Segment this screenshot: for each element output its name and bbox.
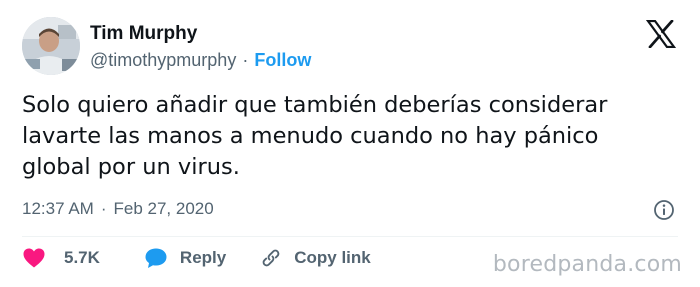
handle-separator: · [242,50,249,70]
reply-bubble-icon [145,248,167,268]
tweet-actions: 5.7K Reply Copy link [22,247,371,269]
divider [22,236,678,237]
follow-button[interactable]: Follow [254,48,311,72]
info-icon[interactable] [653,199,675,221]
author-name[interactable]: Tim Murphy [90,22,311,46]
timestamp-separator: · [100,199,107,218]
avatar-image [22,17,80,75]
like-button[interactable]: 5.7K [22,247,100,269]
reply-button[interactable]: Reply [144,247,226,269]
watermark: boredpanda.com [492,252,682,277]
tweet-time[interactable]: 12:37 AM [22,199,94,219]
tweet-text-line: Solo quiero añadir que también deberías … [22,92,608,118]
tweet-card: Tim Murphy @timothypmurphy · Follow Solo… [0,0,700,287]
link-icon [262,249,280,267]
author-handle[interactable]: @timothypmurphy [90,48,236,72]
tweet-text: Solo quiero añadir que también deberías … [22,90,682,183]
avatar[interactable] [22,17,80,75]
heart-icon [23,248,45,268]
like-count: 5.7K [64,248,100,267]
reply-label: Reply [179,248,227,267]
tweet-date[interactable]: Feb 27, 2020 [114,199,214,219]
copy-link-button[interactable]: Copy link [260,247,371,269]
tweet-text-line: lavarte las manos a menudo cuando no hay… [22,123,599,149]
tweet-timestamp[interactable]: 12:37 AM · Feb 27, 2020 [22,199,214,219]
tweet-text-line: global por un virus. [22,154,240,180]
x-logo-icon[interactable] [646,20,676,48]
copy-link-label: Copy link [294,248,371,267]
